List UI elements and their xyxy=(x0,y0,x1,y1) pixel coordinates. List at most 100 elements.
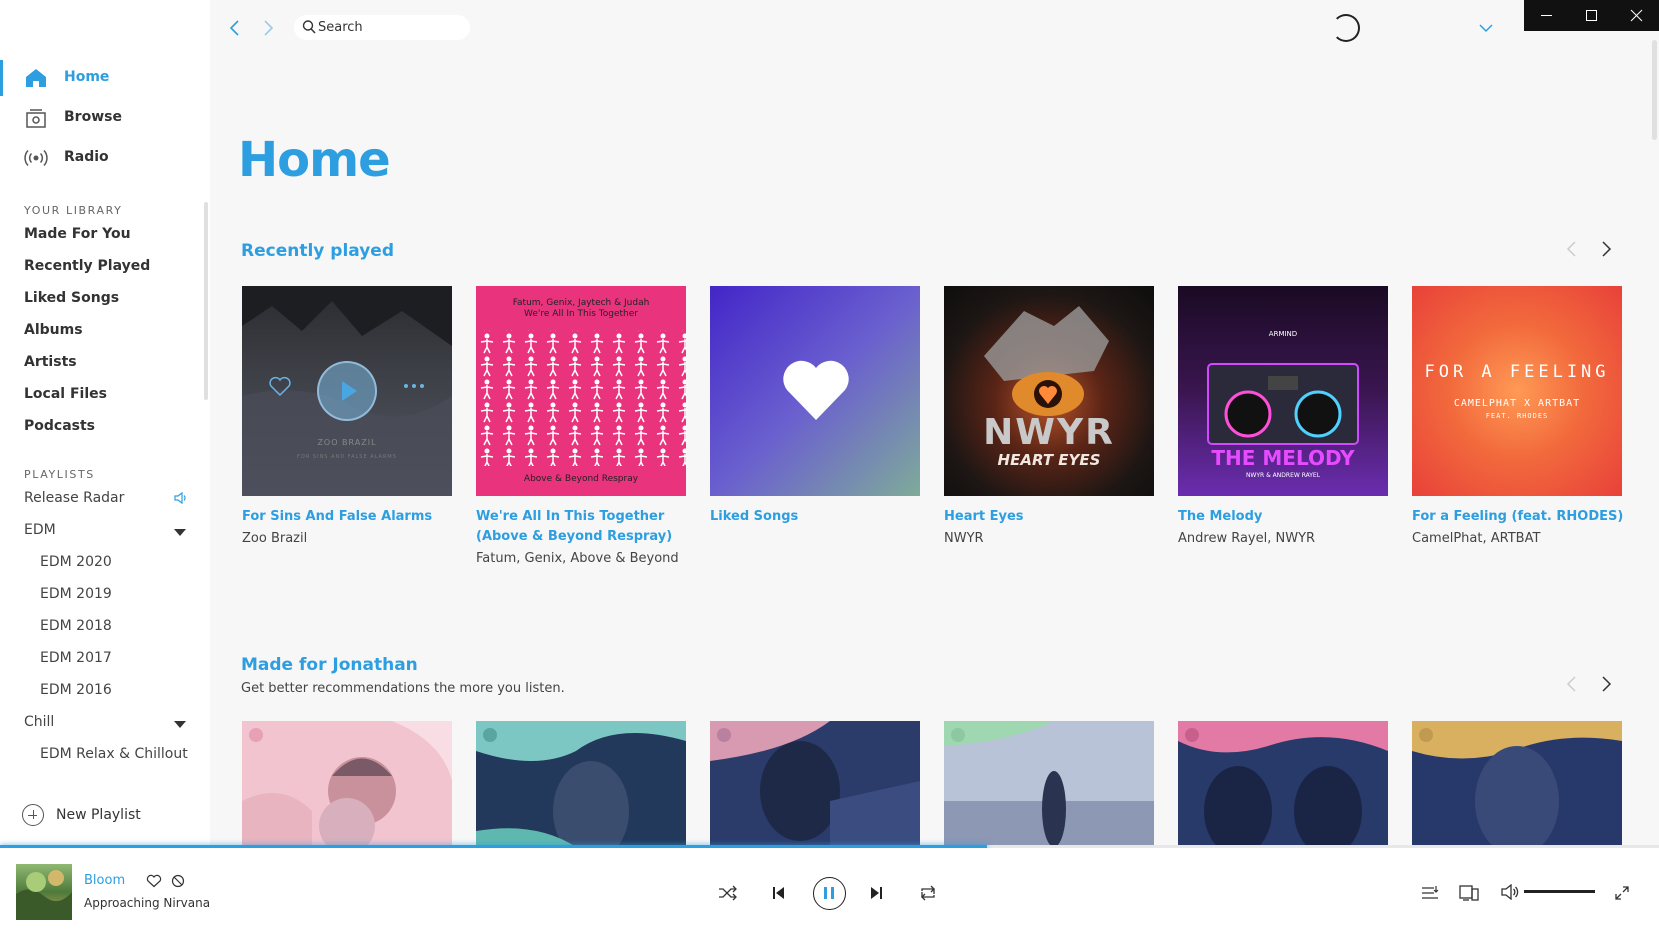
library-heading: YOUR LIBRARY xyxy=(24,204,123,217)
repeat-icon[interactable] xyxy=(918,885,938,901)
more-options-icon[interactable] xyxy=(402,382,426,390)
play-button[interactable] xyxy=(317,361,377,421)
carousel-prev-icon[interactable] xyxy=(1563,239,1581,259)
playlist-edm-2019[interactable]: EDM 2019 xyxy=(40,586,112,602)
caret-down-icon[interactable] xyxy=(174,721,186,728)
made-for-subtitle: Get better recommendations the more you … xyxy=(241,681,565,696)
card-title[interactable]: For a Feeling (feat. RHODES) xyxy=(1412,507,1627,527)
back-arrow-icon[interactable] xyxy=(224,16,246,40)
volume-fill xyxy=(1524,890,1595,893)
carousel-next-icon[interactable] xyxy=(1597,239,1615,259)
playlist-edm-relax-chillout[interactable]: EDM Relax & Chillout xyxy=(40,746,188,762)
album-art-title: We're All In This Together xyxy=(524,309,638,319)
nav-browse-label: Browse xyxy=(64,109,122,125)
nav-radio-label: Radio xyxy=(64,149,109,165)
card-subtitle[interactable]: NWYR xyxy=(944,529,1164,549)
search-box[interactable] xyxy=(294,15,470,40)
playlist-release-radar[interactable]: Release Radar xyxy=(24,490,124,506)
album-art: ZOO BRAZIL FOR SINS AND FALSE ALARMS xyxy=(242,286,452,496)
card-subtitle[interactable]: CamelPhat, ARTBAT xyxy=(1412,529,1632,549)
new-playlist-label: New Playlist xyxy=(56,807,141,823)
close-icon[interactable] xyxy=(1614,0,1659,31)
now-playing-art[interactable] xyxy=(16,864,72,920)
volume-icon[interactable] xyxy=(1500,884,1520,900)
card-subtitle[interactable]: Andrew Rayel, NWYR xyxy=(1178,529,1398,549)
minimize-icon[interactable] xyxy=(1524,0,1569,31)
chevron-down-icon[interactable] xyxy=(1478,20,1494,36)
daily-mix-card[interactable] xyxy=(1412,721,1622,847)
card-title[interactable]: Liked Songs xyxy=(710,507,925,527)
playlist-edm-2016[interactable]: EDM 2016 xyxy=(40,682,112,698)
heart-outline-icon[interactable] xyxy=(146,874,162,888)
now-playing-art-image xyxy=(16,870,72,920)
nav-home[interactable]: Home xyxy=(0,60,210,96)
main-scrollbar[interactable] xyxy=(1652,40,1657,140)
search-input[interactable] xyxy=(318,18,458,36)
now-playing-artist[interactable]: Approaching Nirvana xyxy=(84,896,210,910)
pause-icon xyxy=(824,887,834,899)
daily-mix-art xyxy=(1178,721,1388,847)
playlist-folder-chill[interactable]: Chill xyxy=(24,714,54,730)
made-for-heading[interactable]: Made for Jonathan xyxy=(241,655,418,675)
album-art: Fatum, Genix, Jaytech & Judah We're All … xyxy=(476,286,686,496)
now-playing-title[interactable]: Bloom xyxy=(84,873,125,888)
album-art: NWYR HEART EYES xyxy=(944,286,1154,496)
card-subtitle[interactable]: Zoo Brazil xyxy=(242,529,462,549)
new-playlist-button[interactable]: New Playlist xyxy=(22,802,202,828)
shuffle-icon[interactable] xyxy=(718,885,738,901)
active-indicator xyxy=(0,60,3,96)
block-icon[interactable] xyxy=(171,874,185,888)
next-track-icon[interactable] xyxy=(869,885,885,901)
radio-icon xyxy=(24,149,48,167)
daily-mix-card[interactable] xyxy=(242,721,452,847)
album-art-label: ARMIND xyxy=(1268,330,1298,338)
queue-icon[interactable] xyxy=(1421,885,1439,901)
plus-circle-icon xyxy=(22,804,44,826)
page-title: Home xyxy=(238,132,391,188)
playlist-folder-edm[interactable]: EDM xyxy=(24,522,56,538)
daily-mix-art xyxy=(710,721,920,847)
playlist-edm-2017[interactable]: EDM 2017 xyxy=(40,650,112,666)
heart-outline-icon[interactable] xyxy=(268,375,292,397)
library-podcasts[interactable]: Podcasts xyxy=(24,418,95,434)
library-artists[interactable]: Artists xyxy=(24,354,77,370)
card-title[interactable]: The Melody xyxy=(1178,507,1393,527)
forward-arrow-icon[interactable] xyxy=(257,16,279,40)
daily-mix-card[interactable] xyxy=(944,721,1154,847)
library-made-for-you[interactable]: Made For You xyxy=(24,226,131,242)
library-liked-songs[interactable]: Liked Songs xyxy=(24,290,119,306)
volume-slider[interactable] xyxy=(1524,890,1595,893)
pause-button[interactable] xyxy=(813,877,846,910)
sidebar-scrollbar[interactable] xyxy=(204,202,208,400)
album-art-title: ZOO BRAZIL xyxy=(317,438,377,447)
fullscreen-icon[interactable] xyxy=(1614,885,1630,901)
card-title[interactable]: For Sins And False Alarms xyxy=(242,507,457,527)
player-bar: Bloom Approaching Nirvana xyxy=(0,848,1659,935)
album-art-subtitle: Above & Beyond Respray xyxy=(523,474,639,484)
library-local-files[interactable]: Local Files xyxy=(24,386,107,402)
carousel-next-icon[interactable] xyxy=(1597,674,1615,694)
card-subtitle[interactable]: Fatum, Genix, Above & Beyond xyxy=(476,549,696,569)
daily-mix-card[interactable] xyxy=(1178,721,1388,847)
album-art-subtitle: FOR SINS AND FALSE ALARMS xyxy=(297,454,397,460)
daily-mix-card[interactable] xyxy=(710,721,920,847)
maximize-icon[interactable] xyxy=(1569,0,1614,31)
album-art-feat: FEAT. RHODES xyxy=(1485,412,1549,420)
nav-browse[interactable]: Browse xyxy=(0,100,210,136)
previous-track-icon[interactable] xyxy=(770,885,786,901)
playlist-edm-2018[interactable]: EDM 2018 xyxy=(40,618,112,634)
nav-radio[interactable]: Radio xyxy=(0,140,210,176)
devices-icon[interactable] xyxy=(1459,884,1479,902)
caret-down-icon[interactable] xyxy=(174,529,186,536)
playlist-edm-2020[interactable]: EDM 2020 xyxy=(40,554,112,570)
album-art-title: FOR A FEELING xyxy=(1424,362,1610,382)
library-albums[interactable]: Albums xyxy=(24,322,83,338)
recently-played-heading[interactable]: Recently played xyxy=(241,241,394,261)
window-controls xyxy=(1524,0,1659,31)
card-title[interactable]: We're All In This Together (Above & Beyo… xyxy=(476,507,691,547)
daily-mix-card[interactable] xyxy=(476,721,686,847)
card-title[interactable]: Heart Eyes xyxy=(944,507,1159,527)
carousel-prev-icon[interactable] xyxy=(1563,674,1581,694)
playlists-heading: PLAYLISTS xyxy=(24,468,95,481)
library-recently-played[interactable]: Recently Played xyxy=(24,258,150,274)
